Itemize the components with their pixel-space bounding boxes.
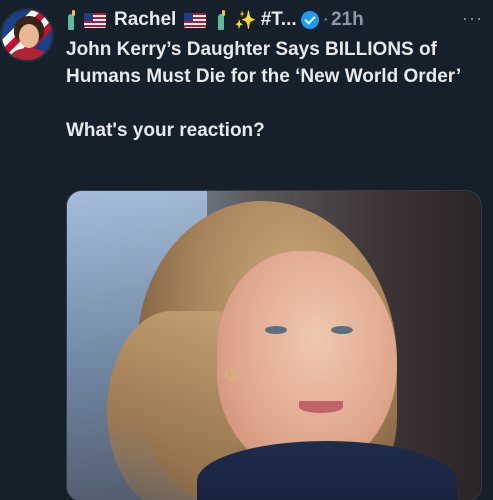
avatar[interactable] xyxy=(0,8,54,62)
statue-of-liberty-icon xyxy=(214,10,228,30)
tweet-question: What's your reaction? xyxy=(66,120,265,141)
tweet-media-photo[interactable] xyxy=(66,190,482,500)
avatar-shirt xyxy=(10,48,48,60)
photo-eye-right xyxy=(331,326,353,334)
tweet-headline: John Kerry’s Daughter Says BILLIONS of H… xyxy=(66,39,462,87)
statue-of-liberty-icon xyxy=(64,10,78,30)
tweet-text: John Kerry’s Daughter Says BILLIONS of H… xyxy=(66,36,477,144)
tweet[interactable]: Rachel ✨ #T... · 21h ··· John Kerry’s Da… xyxy=(0,0,493,500)
author-name[interactable]: Rachel xyxy=(114,9,176,31)
us-flag-icon xyxy=(84,12,106,28)
more-options-icon[interactable]: ··· xyxy=(462,8,483,29)
us-flag-icon xyxy=(184,12,207,28)
author-handle[interactable]: #T... xyxy=(261,9,297,31)
verified-badge-icon[interactable] xyxy=(300,11,319,29)
photo-face xyxy=(217,251,397,471)
tweet-header: Rachel ✨ #T... · 21h xyxy=(64,8,493,32)
photo-eye-left xyxy=(265,326,287,334)
sparkles-icon: ✨ xyxy=(234,9,257,30)
photo-earring xyxy=(225,369,236,380)
photo-mouth xyxy=(299,401,343,413)
separator: · xyxy=(322,9,329,30)
avatar-face xyxy=(19,24,39,48)
timestamp[interactable]: 21h xyxy=(331,9,364,31)
